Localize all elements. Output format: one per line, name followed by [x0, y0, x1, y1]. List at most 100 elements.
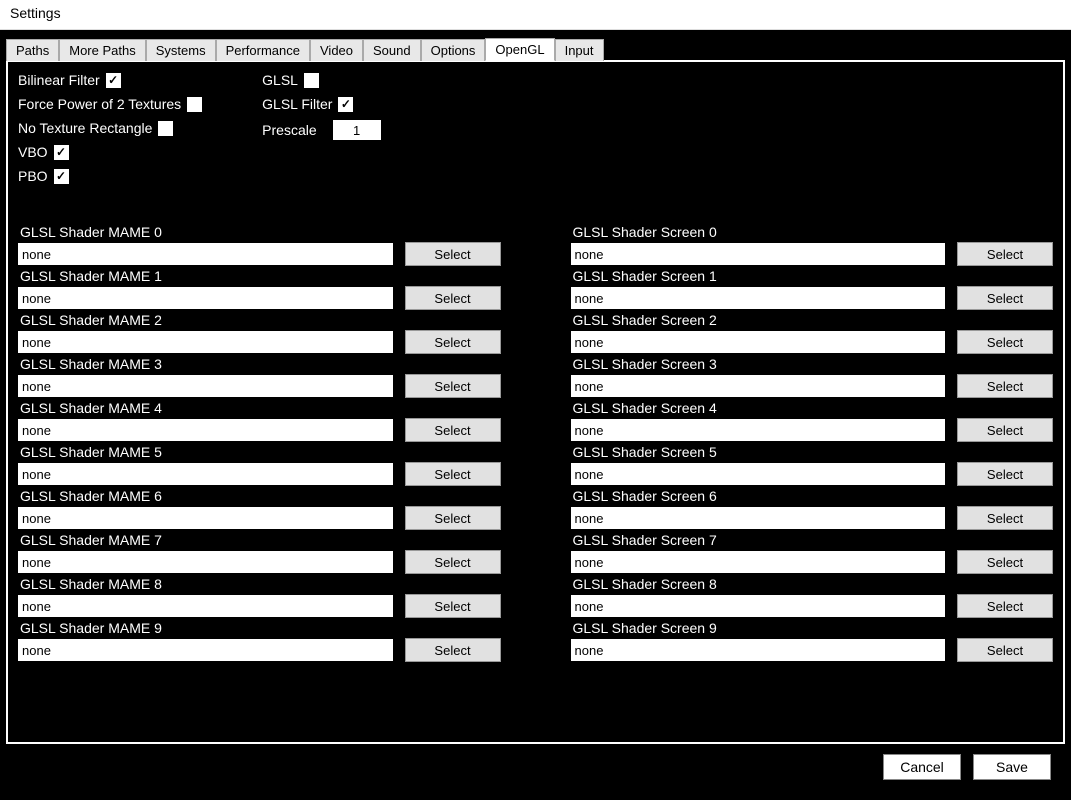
select-button-screen-7[interactable]: Select [957, 550, 1053, 574]
tab-sound[interactable]: Sound [363, 39, 421, 61]
shader-input-mame-1[interactable] [18, 287, 393, 309]
shader-group: GLSL Shader MAME 6Select [18, 488, 501, 530]
shader-row: Select [18, 418, 501, 442]
shader-screen-column: GLSL Shader Screen 0SelectGLSL Shader Sc… [571, 224, 1054, 664]
shader-group: GLSL Shader Screen 7Select [571, 532, 1054, 574]
shader-row: Select [18, 242, 501, 266]
select-button-mame-2[interactable]: Select [405, 330, 501, 354]
select-button-mame-7[interactable]: Select [405, 550, 501, 574]
checkbox-no-texture-rectangle[interactable] [158, 121, 173, 136]
shader-input-screen-3[interactable] [571, 375, 946, 397]
checkbox-glsl-filter[interactable] [338, 97, 353, 112]
select-button-screen-1[interactable]: Select [957, 286, 1053, 310]
shader-input-screen-7[interactable] [571, 551, 946, 573]
select-button-mame-5[interactable]: Select [405, 462, 501, 486]
shader-label: GLSL Shader Screen 3 [571, 356, 1054, 372]
option-vbo: VBO [18, 144, 202, 160]
option-label: VBO [18, 144, 48, 160]
shader-group: GLSL Shader Screen 4 Select [571, 400, 1054, 442]
shader-label: GLSL Shader MAME 1 [18, 268, 501, 284]
options-column-1: Bilinear FilterForce Power of 2 Textures… [18, 72, 202, 184]
shader-label: GLSL Shader MAME 0 [18, 224, 501, 240]
shader-label: GLSL Shader MAME 7 [18, 532, 501, 548]
select-button-screen-9[interactable]: Select [957, 638, 1053, 662]
shader-input-mame-0[interactable] [18, 243, 393, 265]
top-options: Bilinear FilterForce Power of 2 Textures… [18, 72, 1053, 184]
tab-video[interactable]: Video [310, 39, 363, 61]
shader-row: Select [18, 506, 501, 530]
shader-input-screen-9[interactable] [571, 639, 946, 661]
shader-row: Select [571, 550, 1054, 574]
shader-input-mame-2[interactable] [18, 331, 393, 353]
checkbox-force-power-of-2-textures[interactable] [187, 97, 202, 112]
shader-input-mame-5[interactable] [18, 463, 393, 485]
tab-input[interactable]: Input [555, 39, 604, 61]
shader-input-screen-1[interactable] [571, 287, 946, 309]
shader-group: GLSL Shader Screen 8Select [571, 576, 1054, 618]
option-label: GLSL [262, 72, 298, 88]
select-button-mame-3[interactable]: Select [405, 374, 501, 398]
tabstrip: PathsMore PathsSystemsPerformanceVideoSo… [6, 36, 1065, 60]
cancel-button[interactable]: Cancel [883, 754, 961, 780]
shader-label: GLSL Shader MAME 4 [18, 400, 501, 416]
checkbox-vbo[interactable] [54, 145, 69, 160]
select-button-mame-6[interactable]: Select [405, 506, 501, 530]
select-button-screen-6[interactable]: Select [957, 506, 1053, 530]
shader-input-mame-4[interactable] [18, 419, 393, 441]
shader-group: GLSL Shader Screen 1Select [571, 268, 1054, 310]
tab-performance[interactable]: Performance [216, 39, 310, 61]
select-button-screen-8[interactable]: Select [957, 594, 1053, 618]
tab-paths[interactable]: Paths [6, 39, 59, 61]
footer: Cancel Save [6, 744, 1065, 794]
shader-row: Select [18, 594, 501, 618]
shader-group: GLSL Shader MAME 0 Select [18, 224, 501, 266]
shader-input-screen-5[interactable] [571, 463, 946, 485]
shader-group: GLSL Shader Screen 6Select [571, 488, 1054, 530]
shader-input-screen-8[interactable] [571, 595, 946, 617]
shader-input-mame-7[interactable] [18, 551, 393, 573]
checkbox-glsl[interactable] [304, 73, 319, 88]
save-button[interactable]: Save [973, 754, 1051, 780]
shader-input-mame-8[interactable] [18, 595, 393, 617]
shader-row: Select [571, 462, 1054, 486]
option-pbo: PBO [18, 168, 202, 184]
option-glsl: GLSL [262, 72, 380, 88]
select-button-mame-0[interactable]: Select [405, 242, 501, 266]
tab-more-paths[interactable]: More Paths [59, 39, 145, 61]
shader-row: Select [571, 242, 1054, 266]
shader-row: Select [18, 330, 501, 354]
shader-row: Select [571, 594, 1054, 618]
shader-label: GLSL Shader Screen 4 [571, 400, 1054, 416]
select-button-mame-1[interactable]: Select [405, 286, 501, 310]
shader-input-screen-0[interactable] [571, 243, 946, 265]
tab-options[interactable]: Options [421, 39, 486, 61]
select-button-mame-4[interactable]: Select [405, 418, 501, 442]
prescale-input[interactable] [333, 120, 381, 140]
shader-row: Select [571, 506, 1054, 530]
option-label: PBO [18, 168, 48, 184]
select-button-screen-3[interactable]: Select [957, 374, 1053, 398]
tab-systems[interactable]: Systems [146, 39, 216, 61]
select-button-screen-2[interactable]: Select [957, 330, 1053, 354]
shader-input-screen-2[interactable] [571, 331, 946, 353]
shader-group: GLSL Shader Screen 9Select [571, 620, 1054, 662]
option-prescale: Prescale [262, 120, 380, 140]
option-label: Force Power of 2 Textures [18, 96, 181, 112]
shader-input-mame-9[interactable] [18, 639, 393, 661]
shader-label: GLSL Shader MAME 9 [18, 620, 501, 636]
checkbox-bilinear-filter[interactable] [106, 73, 121, 88]
shader-row: Select [571, 374, 1054, 398]
checkbox-pbo[interactable] [54, 169, 69, 184]
shader-input-screen-4[interactable] [571, 419, 946, 441]
shader-row: Select [571, 286, 1054, 310]
shader-input-mame-6[interactable] [18, 507, 393, 529]
shader-input-mame-3[interactable] [18, 375, 393, 397]
shader-input-screen-6[interactable] [571, 507, 946, 529]
select-button-screen-5[interactable]: Select [957, 462, 1053, 486]
select-button-screen-4[interactable]: Select [957, 418, 1053, 442]
select-button-mame-9[interactable]: Select [405, 638, 501, 662]
select-button-mame-8[interactable]: Select [405, 594, 501, 618]
shader-mame-column: GLSL Shader MAME 0SelectGLSL Shader MAME… [18, 224, 501, 664]
select-button-screen-0[interactable]: Select [957, 242, 1053, 266]
tab-opengl[interactable]: OpenGL [485, 38, 554, 61]
